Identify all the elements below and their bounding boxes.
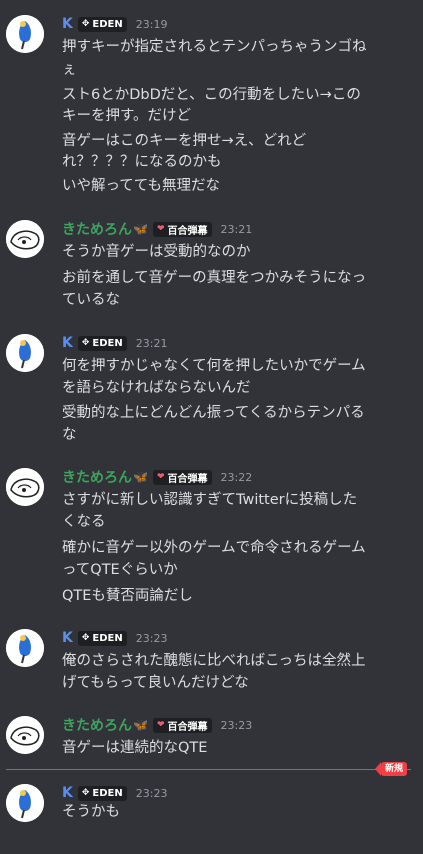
- message-line: QTEも賛否両論だし: [62, 588, 193, 604]
- message-line: そうか音ゲーは受動的なのか: [62, 244, 251, 260]
- message-line: を語らなければならないんだ: [62, 380, 251, 396]
- avatar-kitame-image: [6, 716, 44, 754]
- username[interactable]: きためろん: [62, 467, 132, 487]
- server-tag[interactable]: ✥ EDEN: [77, 335, 127, 351]
- server-tag-label: 百合弾幕: [167, 721, 208, 733]
- server-tag-label: EDEN: [92, 337, 123, 349]
- avatar-k-image: [6, 629, 44, 667]
- avatar-kitame-image: [6, 220, 44, 258]
- server-tag[interactable]: ✥ EDEN: [77, 785, 127, 801]
- message-header: きためろん 🦋 ❤ 百合弾幕 23:23: [62, 716, 252, 734]
- username[interactable]: K: [62, 335, 73, 351]
- heart-icon: ❤: [156, 720, 165, 730]
- heart-icon: ❤: [156, 224, 165, 234]
- avatar-k-image: [6, 15, 44, 53]
- timestamp[interactable]: 23:23: [136, 787, 168, 800]
- server-tag-label: 百合弾幕: [167, 225, 208, 237]
- avatar-kitame-image: [6, 468, 44, 506]
- username[interactable]: きためろん: [62, 715, 132, 735]
- username[interactable]: K: [62, 785, 73, 801]
- diamond-cross-icon: ✥: [81, 19, 90, 29]
- message-header: きためろん 🦋 ❤ 百合弾幕 23:21: [62, 220, 252, 238]
- message-line: ぇ: [62, 62, 77, 78]
- server-tag[interactable]: ❤ 百合弾幕: [152, 469, 212, 485]
- diamond-cross-icon: ✥: [81, 633, 90, 643]
- timestamp[interactable]: 23:22: [221, 471, 253, 484]
- new-messages-divider: [6, 769, 411, 770]
- heart-icon: ❤: [156, 472, 165, 482]
- message-line: さすがに新しい認識すぎてTwitterに投稿した: [62, 492, 358, 508]
- server-tag[interactable]: ❤ 百合弾幕: [152, 221, 212, 237]
- timestamp[interactable]: 23:23: [136, 632, 168, 645]
- message-line: 受動的な上にどんどん振ってくるからテンパる: [62, 405, 365, 421]
- diamond-cross-icon: ✥: [81, 788, 90, 798]
- message-line: お前を通して音ゲーの真理をつかみそうになっ: [62, 270, 367, 286]
- server-tag-label: EDEN: [92, 632, 123, 644]
- message-line: そうかも: [62, 804, 120, 820]
- server-tag-label: 百合弾幕: [167, 473, 208, 485]
- message-line: ているな: [62, 292, 120, 308]
- avatar-k[interactable]: [6, 629, 44, 667]
- message-line: げてもらって良いんだけどな: [62, 675, 249, 691]
- message-header: きためろん 🦋 ❤ 百合弾幕 23:22: [62, 468, 252, 486]
- message-line: な: [62, 427, 77, 443]
- butterfly-emoji: 🦋: [133, 470, 148, 484]
- diamond-cross-icon: ✥: [81, 338, 90, 348]
- timestamp[interactable]: 23:23: [221, 719, 253, 732]
- username[interactable]: きためろん: [62, 219, 132, 239]
- message-header: K ✥ EDEN 23:23: [62, 629, 167, 647]
- timestamp[interactable]: 23:19: [136, 18, 168, 31]
- message-header: K ✥ EDEN 23:19: [62, 15, 167, 33]
- butterfly-emoji: 🦋: [133, 222, 148, 236]
- server-tag[interactable]: ✥ EDEN: [77, 630, 127, 646]
- username[interactable]: K: [62, 16, 73, 32]
- avatar-k[interactable]: [6, 334, 44, 372]
- server-tag[interactable]: ✥ EDEN: [77, 16, 127, 32]
- message-line: れ？？？？になるのかも: [62, 154, 222, 170]
- avatar-k[interactable]: [6, 15, 44, 53]
- server-tag-label: EDEN: [92, 787, 123, 799]
- avatar-k-image: [6, 784, 44, 822]
- new-messages-badge: 新規: [374, 762, 407, 776]
- butterfly-emoji: 🦋: [133, 718, 148, 732]
- timestamp[interactable]: 23:21: [221, 223, 253, 236]
- message-line: 音ゲーは連続的なQTE: [62, 740, 208, 756]
- message-line: 押すキーが指定されるとテンパっちゃうンゴね: [62, 39, 367, 55]
- avatar-kitame[interactable]: [6, 716, 44, 754]
- message-header: K ✥ EDEN 23:21: [62, 334, 167, 352]
- avatar-k-image: [6, 334, 44, 372]
- message-line: くなる: [62, 514, 106, 530]
- timestamp[interactable]: 23:21: [136, 337, 168, 350]
- message-line: ってQTEぐらいか: [62, 562, 178, 578]
- server-tag-label: EDEN: [92, 18, 123, 30]
- message-line: 俺のさらされた醜態に比べればこっちは全然上: [62, 653, 366, 669]
- message-line: いや解ってても無理だな: [62, 178, 221, 194]
- avatar-kitame[interactable]: [6, 468, 44, 506]
- server-tag[interactable]: ❤ 百合弾幕: [152, 717, 212, 733]
- message-line: キーを押す。だけど: [62, 108, 192, 124]
- username[interactable]: K: [62, 630, 73, 646]
- message-line: 何を押すかじゃなくて何を押したいかでゲーム: [62, 358, 366, 374]
- avatar-kitame[interactable]: [6, 220, 44, 258]
- message-line: 確かに音ゲー以外のゲームで命令されるゲーム: [62, 540, 366, 556]
- avatar-k[interactable]: [6, 784, 44, 822]
